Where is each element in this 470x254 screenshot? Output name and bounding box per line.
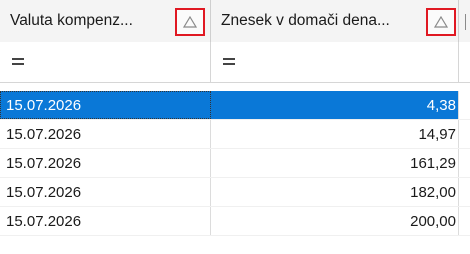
sort-ascending-icon: [183, 16, 197, 28]
column-header-row: Valuta kompenz... Znesek v domači dena..…: [0, 0, 470, 43]
table-row[interactable]: 15.07.2026 14,97: [0, 120, 470, 149]
date-cell[interactable]: 15.07.2026: [0, 149, 211, 177]
column-header-valuta[interactable]: Valuta kompenz...: [0, 0, 211, 42]
table-row[interactable]: 15.07.2026 200,00: [0, 207, 470, 236]
amount-cell[interactable]: 161,29: [211, 149, 459, 177]
amount-cell[interactable]: 182,00: [211, 178, 459, 206]
table-row[interactable]: 15.07.2026 4,38: [0, 91, 470, 120]
column-divider: [465, 14, 466, 30]
column-header-next[interactable]: [459, 0, 470, 42]
filter-cell-valuta[interactable]: [0, 42, 211, 82]
column-header-label: Valuta kompenz...: [10, 12, 133, 29]
sort-button[interactable]: [175, 8, 205, 36]
date-cell[interactable]: 15.07.2026: [0, 91, 211, 119]
table-row[interactable]: 15.07.2026 182,00: [0, 178, 470, 207]
filter-cell-znesek[interactable]: [211, 42, 459, 82]
column-header-label: Znesek v domači dena...: [221, 12, 390, 29]
data-grid: Valuta kompenz... Znesek v domači dena..…: [0, 0, 470, 254]
equals-icon[interactable]: [12, 58, 24, 65]
date-cell[interactable]: 15.07.2026: [0, 120, 211, 148]
grid-spacer: [0, 83, 470, 91]
amount-cell[interactable]: 4,38: [211, 91, 459, 119]
sort-ascending-icon: [434, 16, 448, 28]
table-body: 15.07.2026 4,38 15.07.2026 14,97 15.07.2…: [0, 91, 470, 236]
amount-cell[interactable]: 200,00: [211, 207, 459, 235]
filter-row: [0, 42, 470, 83]
date-cell[interactable]: 15.07.2026: [0, 207, 211, 235]
amount-cell[interactable]: 14,97: [211, 120, 459, 148]
date-cell[interactable]: 15.07.2026: [0, 178, 211, 206]
column-header-znesek[interactable]: Znesek v domači dena...: [211, 0, 459, 42]
table-row[interactable]: 15.07.2026 161,29: [0, 149, 470, 178]
sort-button[interactable]: [426, 8, 456, 36]
equals-icon[interactable]: [223, 58, 235, 65]
